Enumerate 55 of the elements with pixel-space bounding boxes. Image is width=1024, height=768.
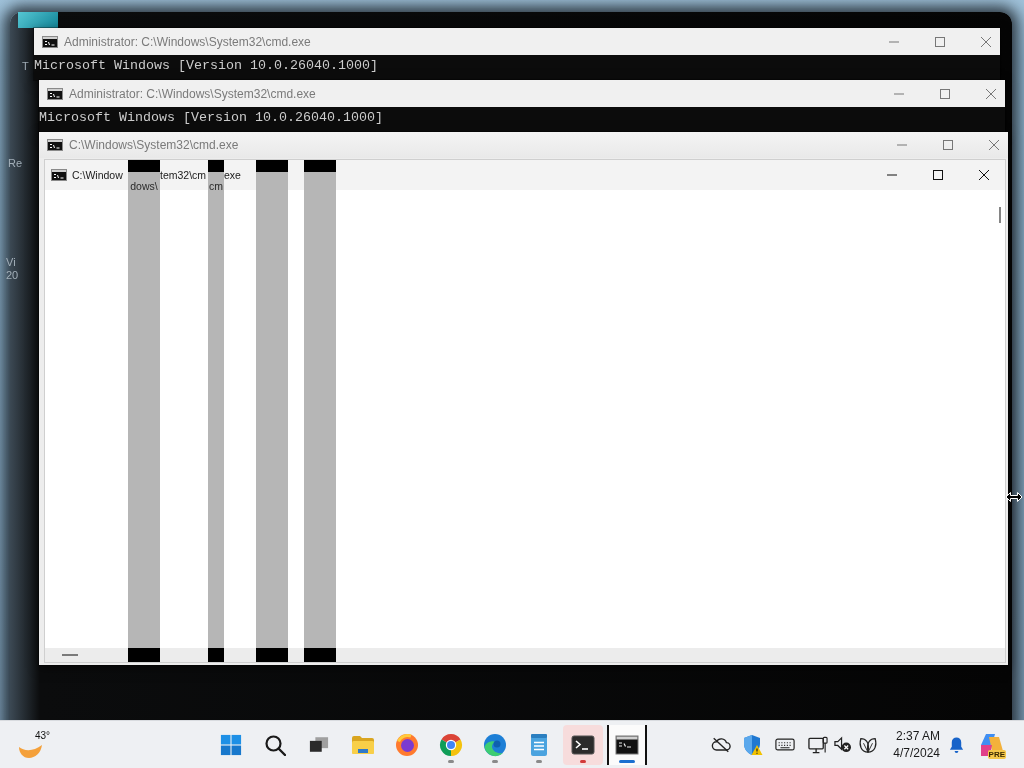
preview-badge: PRE (987, 749, 1006, 759)
glitch-text: cm (209, 180, 223, 192)
console-text: Microsoft Windows [Version 10.0.26040.1000] (34, 58, 379, 74)
cloud-off-icon (711, 736, 731, 753)
console-icon (47, 139, 63, 151)
desktop-app-icon[interactable] (18, 12, 58, 28)
glitch-text: dows\ (130, 180, 158, 192)
search-icon (264, 733, 286, 756)
scrollbar-thumb[interactable] (999, 207, 1001, 223)
browser-icon (439, 732, 463, 757)
console-window-icon (615, 734, 639, 755)
assistant-button[interactable]: PRE (976, 724, 1008, 765)
terminal-button[interactable] (563, 724, 603, 765)
window-title: Administrator: C:\Windows\System32\cmd.exe (64, 34, 311, 49)
network-icon (807, 735, 828, 754)
keyboard-icon (775, 738, 795, 751)
console-icon (51, 169, 67, 181)
window-title: C:\Windows\System32\cmd.exe (69, 138, 239, 152)
shield-warning-icon (743, 733, 763, 756)
bell-icon (947, 735, 965, 754)
clock-date[interactable]: 4/7/2024 (893, 744, 940, 762)
footer-dash (62, 654, 78, 656)
command-prompt-button[interactable] (607, 724, 647, 765)
console-text: Microsoft Windows [Version 10.0.26040.1000] (39, 110, 384, 126)
partial-text: 20 (6, 269, 19, 281)
leaf-icon (857, 735, 878, 754)
close-icon (981, 36, 991, 47)
close-icon (979, 170, 989, 180)
partial-text: T (22, 60, 29, 72)
terminal-icon (571, 734, 595, 755)
browser-icon (395, 732, 419, 757)
maximize-icon (935, 36, 945, 47)
window-title: exe (224, 169, 242, 181)
console-icon (42, 35, 58, 48)
task-view-icon (309, 736, 329, 753)
assistant-icon (979, 731, 1005, 758)
folder-icon (351, 734, 375, 755)
close-icon (986, 88, 996, 99)
console-icon (47, 87, 63, 100)
resize-cursor-icon (1005, 491, 1023, 503)
maximize-icon (933, 170, 943, 180)
windows-logo-icon (220, 733, 242, 756)
close-icon (989, 140, 999, 150)
notepad-icon (529, 732, 549, 757)
maximize-icon (940, 88, 950, 99)
window-title: C:\Window (72, 169, 123, 181)
clock-time[interactable]: 2:37 AM (895, 727, 940, 745)
volume-muted-icon (833, 736, 852, 753)
window-title: tem32\cm (160, 169, 208, 181)
maximize-icon (943, 140, 953, 150)
weather-widget[interactable]: 43° (18, 724, 50, 765)
browser-icon (483, 732, 507, 757)
partial-text: Vi (6, 256, 16, 268)
window-title: Administrator: C:\Windows\System32\cmd.exe (69, 86, 316, 101)
partial-text: Re (8, 157, 23, 169)
